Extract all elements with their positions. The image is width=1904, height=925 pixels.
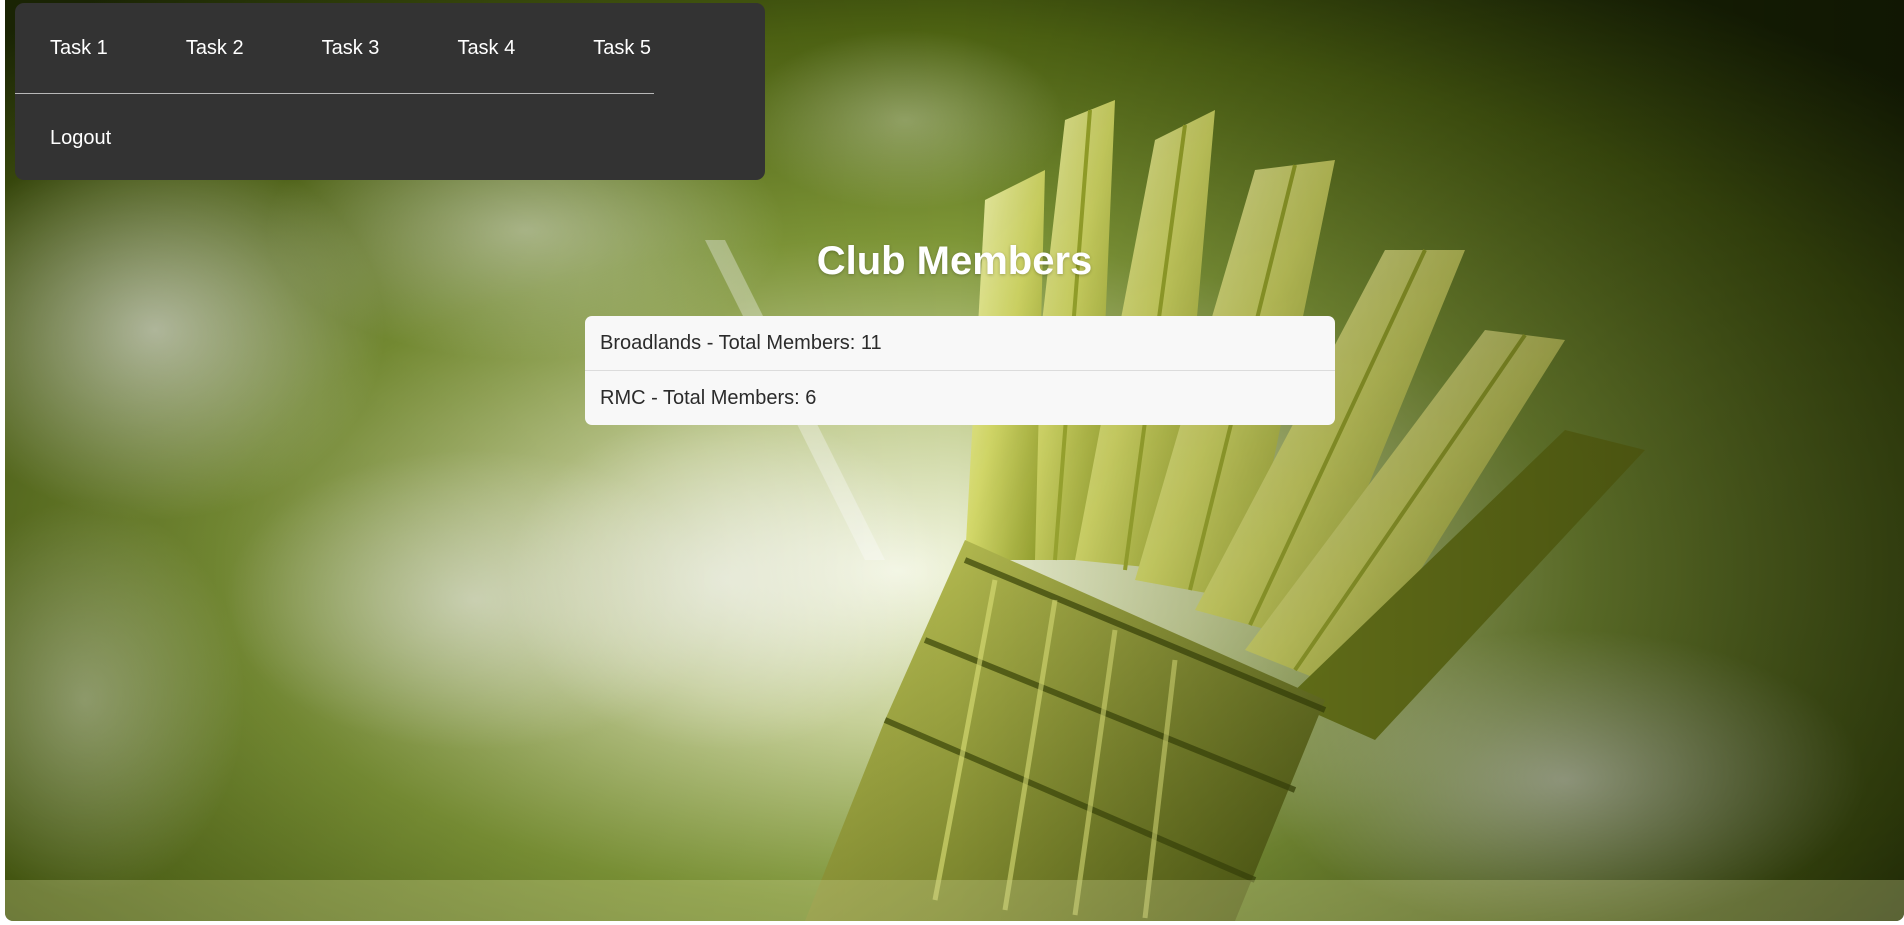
nav-link-task-2[interactable]: Task 2 [151, 3, 244, 93]
nav-link-task-4[interactable]: Task 4 [422, 3, 515, 93]
nav-link-task-3[interactable]: Task 3 [287, 3, 380, 93]
club-members-list: Broadlands - Total Members: 11 RMC - Tot… [585, 316, 1335, 425]
list-item-club-rmc: RMC - Total Members: 6 [600, 387, 817, 409]
nav-divider [15, 93, 654, 94]
nav-link-task-1[interactable]: Task 1 [15, 3, 108, 93]
top-navbar: Task 1 Task 2 Task 3 Task 4 Task 5 Logou… [15, 3, 765, 180]
page-viewport: Task 1 Task 2 Task 3 Task 4 Task 5 Logou… [5, 0, 1904, 921]
nav-task-links: Task 1 Task 2 Task 3 Task 4 Task 5 [15, 3, 694, 93]
logout-link[interactable]: Logout [50, 95, 111, 182]
list-item-club-broadlands: Broadlands - Total Members: 11 [585, 316, 1335, 371]
nav-link-task-5[interactable]: Task 5 [558, 3, 651, 93]
page-title: Club Members [816, 239, 1093, 283]
